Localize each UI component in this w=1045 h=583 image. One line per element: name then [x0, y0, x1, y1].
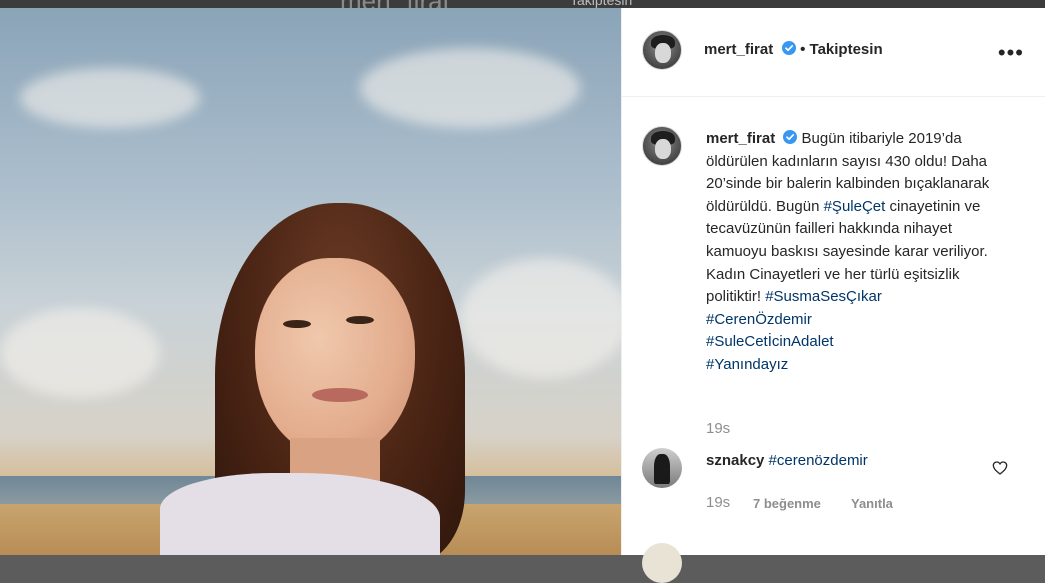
commenter-username[interactable]: sznakcy [706, 452, 764, 469]
author-username[interactable]: mert_firat [704, 41, 773, 58]
hashtag-link[interactable]: #SuleCetİcinAdalet [706, 333, 834, 350]
post-side-panel: mert_firat • Takiptesin ••• mert_firat B… [621, 8, 1045, 583]
cloud [360, 48, 580, 128]
caption-author-avatar[interactable] [642, 126, 682, 166]
person-eye [346, 316, 374, 324]
comment-timestamp[interactable]: 19s [706, 494, 730, 511]
cloud [460, 258, 621, 378]
hashtag-link[interactable]: #SusmaSesÇıkar [765, 288, 882, 305]
verified-badge-icon [781, 41, 796, 55]
heart-outline-icon[interactable] [992, 460, 1008, 476]
background-follow-label: Takiptesin [570, 0, 633, 8]
person-shirt [160, 473, 440, 555]
comment-body: sznakcy #cerenözdemir [706, 452, 868, 469]
hashtag-link[interactable]: #cerenözdemir [769, 452, 868, 469]
person-eye [283, 320, 311, 328]
person-lips [312, 388, 368, 402]
person-face [255, 258, 415, 458]
author-avatar[interactable] [642, 30, 682, 70]
background-overlay: mert_firat Takiptesin [0, 0, 1045, 8]
comment-likes[interactable]: 7 beğenme [753, 496, 821, 511]
caption-timestamp[interactable]: 19s [706, 420, 730, 437]
author-line: mert_firat • Takiptesin [704, 41, 883, 59]
post-header: mert_firat • Takiptesin ••• [622, 8, 1045, 97]
hashtag-link[interactable]: #CerenÖzdemir [706, 311, 812, 328]
caption-author-username[interactable]: mert_firat [706, 130, 775, 147]
post-caption: mert_firat Bugün itibariyle 2019’da öldü… [706, 128, 1006, 377]
post-image[interactable] [0, 8, 621, 555]
hashtag-link[interactable]: #Yanındayız [706, 356, 788, 373]
reply-button[interactable]: Yanıtla [851, 496, 893, 511]
follow-status[interactable]: • Takiptesin [800, 41, 883, 58]
hashtag-link[interactable]: #ŞuleÇet [824, 198, 886, 215]
background-username: mert_firat [340, 0, 450, 8]
cloud [0, 308, 160, 398]
cloud [20, 68, 200, 128]
verified-badge-icon [783, 130, 798, 144]
more-dots-icon[interactable]: ••• [998, 42, 1024, 64]
comment: sznakcy #cerenözdemir [642, 448, 1032, 488]
commenter-avatar[interactable] [642, 448, 682, 488]
next-comment-avatar [642, 543, 682, 583]
